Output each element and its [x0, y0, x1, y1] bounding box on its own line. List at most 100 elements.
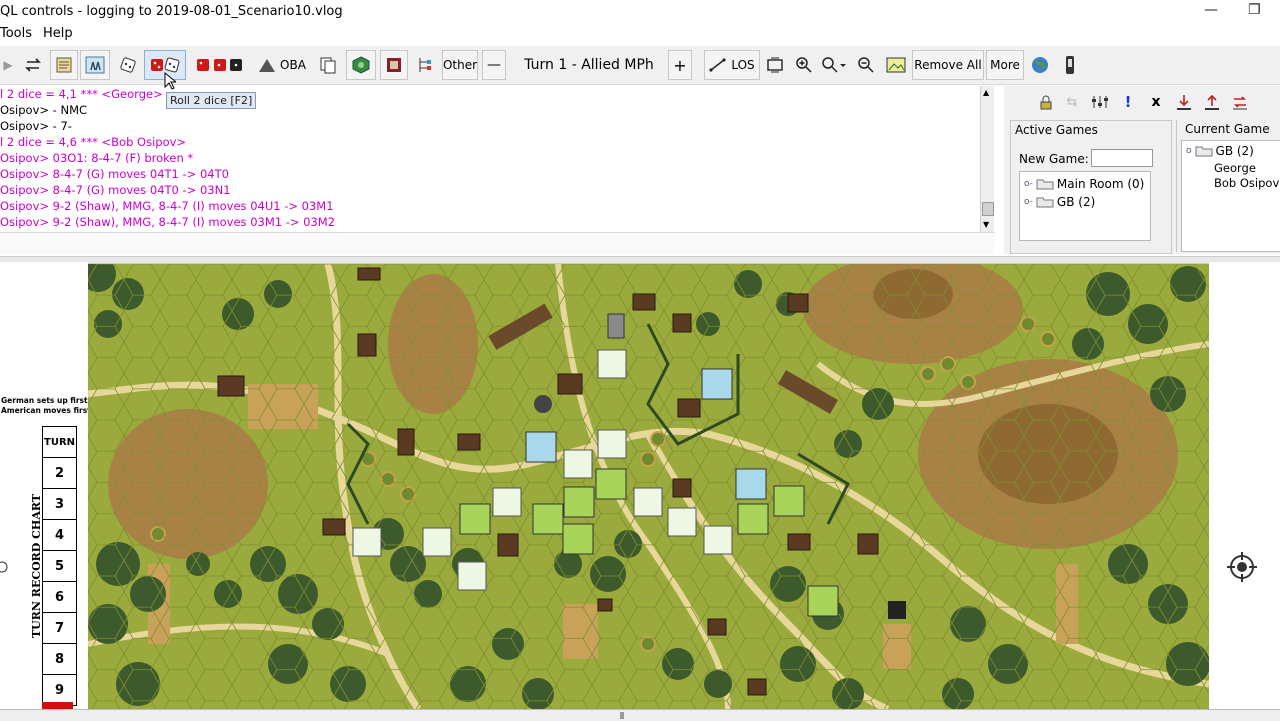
globe-icon[interactable]	[1026, 50, 1054, 80]
oba-button[interactable]: OBA	[254, 50, 310, 80]
tree-icon[interactable]	[412, 50, 438, 80]
lock-icon[interactable]	[1034, 90, 1058, 114]
mouse-cursor-icon	[164, 72, 176, 90]
roll-dice-tooltip: Roll 2 dice [F2]	[166, 92, 257, 109]
map-board[interactable]	[88, 264, 1209, 709]
vehicle-counter[interactable]	[607, 313, 625, 339]
german-counter[interactable]	[525, 431, 557, 463]
oba-label: OBA	[280, 58, 306, 72]
folder-icon	[1036, 197, 1054, 208]
sync-icon[interactable]	[1228, 90, 1252, 114]
los-line-icon	[709, 58, 726, 72]
american-counter[interactable]	[807, 585, 839, 617]
sliders-icon[interactable]	[1088, 90, 1112, 114]
download-icon[interactable]	[1172, 90, 1196, 114]
units-icon[interactable]	[80, 50, 110, 80]
other-button[interactable]: Other	[442, 50, 478, 80]
turn-cell: 7	[41, 612, 78, 644]
player-name[interactable]: Bob Osipov	[1214, 176, 1279, 190]
window-title: QL controls - logging to 2019-08-01_Scen…	[0, 4, 343, 19]
marker-counter[interactable]	[563, 449, 593, 479]
image-capture-icon[interactable]	[882, 50, 910, 80]
dice-white-icon[interactable]	[114, 50, 142, 80]
zoom-in-icon[interactable]	[790, 50, 818, 80]
chat-scrollbar[interactable]: ▲ ▼	[980, 86, 994, 232]
chat-log[interactable]: l 2 dice = 4,1 *** <George> Osipov> - NMC…	[0, 86, 980, 232]
american-counter[interactable]	[773, 485, 805, 517]
wreck-marker[interactable]	[534, 395, 552, 413]
more-button[interactable]: More	[986, 50, 1024, 80]
marker-counter[interactable]	[352, 527, 382, 557]
scroll-left-icon[interactable]	[0, 558, 10, 576]
copy-pages-icon[interactable]	[314, 50, 342, 80]
folder-open-icon	[1195, 146, 1213, 157]
minimize-button[interactable]: —	[1204, 2, 1218, 18]
expand-icon[interactable]: o-	[1024, 197, 1033, 207]
turn-indicator[interactable]: Turn 1 - Allied MPh	[508, 50, 670, 80]
marker-counter[interactable]	[703, 525, 733, 555]
american-counter[interactable]	[563, 486, 595, 518]
american-counter[interactable]	[562, 523, 594, 555]
new-game-input[interactable]	[1091, 149, 1153, 167]
expand-icon[interactable]: o-	[1024, 179, 1033, 189]
collapse-icon[interactable]: o	[1186, 146, 1192, 156]
splitter[interactable]	[0, 256, 1280, 264]
board-resize-icon[interactable]	[762, 50, 788, 80]
los-button[interactable]: LOS	[704, 50, 760, 80]
notes-icon[interactable]	[50, 50, 78, 80]
active-games-panel: Active Games New Game: o- Main Room (0) o…	[1010, 120, 1172, 254]
american-counter[interactable]	[737, 503, 769, 535]
close-game-button[interactable]: x	[1144, 90, 1168, 114]
american-counter[interactable]	[532, 503, 564, 535]
marker-counter[interactable]	[597, 429, 627, 459]
chat-input[interactable]	[0, 232, 995, 255]
room-item[interactable]: o- GB (2)	[1024, 195, 1095, 209]
upload-icon[interactable]	[1200, 90, 1224, 114]
american-counter[interactable]	[459, 503, 491, 535]
german-counter[interactable]	[735, 468, 767, 500]
current-game-title: Current Game	[1185, 122, 1270, 136]
turn-decrement-button[interactable]: —	[482, 50, 506, 80]
mountain-icon	[259, 59, 276, 72]
roll-three-dice-icon[interactable]	[192, 50, 250, 80]
restore-button[interactable]: ❐	[1248, 2, 1261, 18]
room-item[interactable]: o- Main Room (0)	[1024, 177, 1144, 191]
room-list[interactable]: o- Main Room (0) o- GB (2)	[1019, 171, 1151, 241]
card-icon[interactable]	[380, 50, 408, 80]
marker-counter[interactable]	[667, 507, 697, 537]
compass-icon[interactable]	[1225, 550, 1259, 584]
menu-help[interactable]: Help	[43, 26, 73, 41]
collapse-arrow-icon[interactable]: ▶	[0, 50, 16, 80]
marker-counter[interactable]	[597, 349, 627, 379]
swap-arrows-icon[interactable]	[20, 50, 48, 80]
hex-overlay-icon[interactable]	[346, 50, 376, 80]
marker-counter[interactable]	[492, 487, 522, 517]
dark-counter[interactable]	[888, 601, 906, 619]
horizontal-scrollbar[interactable]	[0, 709, 1280, 721]
remove-all-button[interactable]: Remove All	[912, 50, 984, 80]
marker-counter[interactable]	[422, 527, 452, 557]
chat-line: Osipov> 8-4-7 (G) moves 04T1 -> 04T0	[0, 167, 229, 181]
chat-line: Osipov> 9-2 (Shaw), MMG, 8-4-7 (I) moves…	[0, 199, 334, 213]
current-game-name: GB (2)	[1215, 144, 1254, 158]
turn-record-chart: TURN 2 3 4 5 6 7 8 9	[41, 426, 78, 706]
player-tree[interactable]: o GB (2) George Bob Osipov	[1181, 140, 1280, 252]
current-game-node[interactable]: o GB (2)	[1186, 144, 1254, 158]
turn-cell: 2	[41, 457, 78, 489]
american-counter[interactable]	[595, 468, 627, 500]
menu-tools[interactable]: Tools	[0, 26, 32, 41]
main-toolbar: ▶ OBA Other — Turn 1 - Allied MPh + LOS	[0, 46, 1280, 85]
phone-icon[interactable]	[1058, 50, 1082, 80]
turn-increment-button[interactable]: +	[668, 50, 692, 80]
marker-counter[interactable]	[457, 561, 487, 591]
game-map[interactable]	[88, 264, 1209, 709]
german-counter[interactable]	[701, 368, 733, 400]
zoom-select-icon[interactable]	[818, 50, 850, 80]
marker-counter[interactable]	[633, 487, 663, 517]
alert-button[interactable]: !	[1116, 90, 1140, 114]
map-right-margin	[1209, 262, 1280, 720]
los-label: LOS	[731, 58, 755, 72]
player-name[interactable]: George	[1214, 161, 1256, 175]
zoom-out-icon[interactable]	[852, 50, 880, 80]
disabled-arrows-icon: ⇆	[1066, 94, 1078, 110]
